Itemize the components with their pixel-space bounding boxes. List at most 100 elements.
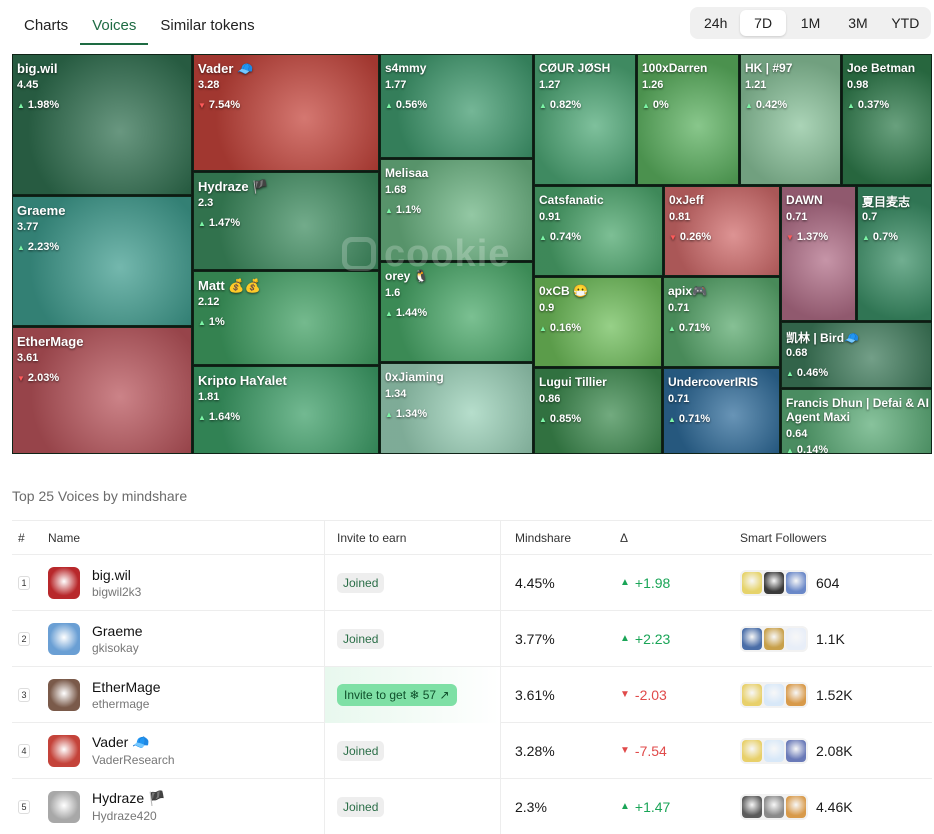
tile-change-value: 0.14% [796, 444, 829, 454]
range-1m-button[interactable]: 1M [788, 10, 833, 36]
treemap-tile-s4mmy[interactable]: s4mmy 1.77 ▲ 0.56% [380, 54, 533, 158]
tile-name: s4mmy [385, 61, 427, 75]
follower-avatars[interactable] [740, 569, 808, 596]
name-block: Graeme gkisokay [92, 623, 143, 655]
arrow-up-icon: ▲ [668, 415, 676, 424]
triangle-up-icon: ▲ [620, 577, 630, 588]
voice-handle: VaderResearch [92, 753, 175, 767]
table-row[interactable]: 1 big.wil bigwil2k3 Joined 4.45% ▲ +1.98 604 [12, 554, 932, 611]
invite-to-earn-button[interactable]: Invite to get ❄ 57 ↗ [337, 683, 457, 706]
name-block: big.wil bigwil2k3 [92, 567, 141, 599]
voice-name: EtherMage [92, 678, 161, 695]
row-rank: 1 [18, 575, 30, 590]
treemap-tile-orey[interactable]: orey 🐧 1.6 ▲ 1.44% [380, 262, 533, 362]
treemap-tile-vader[interactable]: Vader 🧢 3.28 ▼ 7.54% [193, 54, 379, 171]
row-name-cell[interactable]: Graeme gkisokay [48, 622, 324, 655]
treemap-tile-lugui-tillier[interactable]: Lugui Tillier 0.86 ▲ 0.85% [534, 368, 662, 454]
arrow-up-icon: ▲ [385, 206, 393, 215]
tile-mindshare: 2.3 [198, 197, 214, 209]
follower-avatar [786, 795, 806, 818]
treemap-tile-c-ur-j-sh[interactable]: CØUR JØSH 1.27 ▲ 0.82% [534, 54, 636, 185]
tile-mindshare: 3.77 [17, 221, 39, 233]
tab-voices[interactable]: Voices [80, 8, 149, 45]
tile-change: ▲ 1.47% [198, 217, 240, 229]
treemap-tile-dawn[interactable]: DAWN 0.71 ▼ 1.37% [781, 186, 856, 321]
treemap-tile-bird[interactable]: 凯林 | Bird🧢 0.68 ▲ 0.46% [781, 322, 932, 388]
arrow-up-icon: ▲ [539, 233, 547, 242]
treemap-tile-voice[interactable]: 夏目麦志 0.7 ▲ 0.7% [857, 186, 932, 321]
treemap-tile-joe-betman[interactable]: Joe Betman 0.98 ▲ 0.37% [842, 54, 932, 185]
tile-mindshare: 1.81 [198, 391, 220, 403]
triangle-up-icon: ▲ [620, 633, 630, 644]
row-name-cell[interactable]: Vader 🧢 VaderResearch [48, 734, 324, 767]
follower-avatars[interactable] [740, 737, 808, 764]
table-row[interactable]: 3 EtherMage ethermage Invite to get ❄ 57 ↗ 3… [12, 666, 932, 723]
tile-change: ▲ 0% [642, 99, 669, 111]
range-3m-button[interactable]: 3M [835, 10, 880, 36]
treemap-tile-apix[interactable]: apix🎮 0.71 ▲ 0.71% [663, 277, 780, 367]
table-row[interactable]: 4 Vader 🧢 VaderResearch Joined 3.28% ▼ -7.54 2.… [12, 722, 932, 779]
follower-avatars[interactable] [740, 625, 808, 652]
treemap-tile-graeme[interactable]: Graeme 3.77 ▲ 2.23% [12, 196, 192, 326]
tile-change-value: 0.16% [549, 322, 582, 334]
treemap-tile-ethermage[interactable]: EtherMage 3.61 ▼ 2.03% [12, 327, 192, 454]
arrow-down-icon: ▼ [17, 374, 25, 383]
row-smart-followers: 2.08K [740, 737, 930, 764]
row-rank-cell: 2 [12, 631, 48, 646]
row-rank: 2 [18, 631, 30, 646]
treemap-tile-melisaa[interactable]: Melisaa 1.68 ▲ 1.1% [380, 159, 533, 261]
row-name-cell[interactable]: big.wil bigwil2k3 [48, 566, 324, 599]
arrow-up-icon: ▲ [862, 233, 870, 242]
header-name[interactable]: Name [48, 531, 324, 545]
tile-change-value: 1.98% [27, 99, 60, 111]
joined-badge: Joined [337, 796, 385, 817]
row-mindshare: 2.3% [500, 778, 620, 834]
treemap-tile-catsfanatic[interactable]: Catsfanatic 0.91 ▲ 0.74% [534, 186, 663, 276]
follower-avatar [742, 683, 762, 706]
range-24h-button[interactable]: 24h [693, 10, 738, 36]
smart-followers-count: 1.52K [816, 686, 853, 703]
arrow-down-icon: ▼ [198, 101, 206, 110]
tab-charts[interactable]: Charts [12, 8, 80, 44]
name-block: EtherMage ethermage [92, 679, 160, 711]
treemap-tile-100xdarren[interactable]: 100xDarren 1.26 ▲ 0% [637, 54, 739, 185]
tile-mindshare: 3.28 [198, 79, 220, 91]
table-row[interactable]: 2 Graeme gkisokay Joined 3.77% ▲ +2.23 1.1K [12, 610, 932, 667]
joined-badge: Joined [337, 572, 385, 593]
treemap-tile-undercoveriris[interactable]: UndercoverIRIS 0.71 ▲ 0.71% [663, 368, 780, 454]
treemap-tile-hydraze[interactable]: Hydraze 🏴 2.3 ▲ 1.47% [193, 172, 379, 270]
tile-mindshare: 4.45 [17, 79, 39, 91]
treemap-tile-0xjiaming[interactable]: 0xJiaming 1.34 ▲ 1.34% [380, 363, 533, 454]
tile-change: ▼ 0.26% [669, 231, 711, 243]
treemap-tile-0xcb[interactable]: 0xCB 😷 0.9 ▲ 0.16% [534, 277, 662, 367]
tile-name: 夏目麦志 [862, 195, 911, 209]
header-delta[interactable]: Δ [620, 531, 740, 545]
treemap-tile-0xjeff[interactable]: 0xJeff 0.81 ▼ 0.26% [664, 186, 780, 276]
avatar [48, 790, 80, 823]
tile-mindshare: 1.77 [385, 79, 407, 91]
treemap-tile-kripto-hayalet[interactable]: Kripto HaYalet 1.81 ▲ 1.64% [193, 366, 379, 454]
treemap-tile-hk-97[interactable]: HK | #97 1.21 ▲ 0.42% [740, 54, 841, 185]
treemap-tile-big-wil[interactable]: big.wil 4.45 ▲ 1.98% [12, 54, 192, 195]
treemap-tile-francis-dhun-defai-ai-agent-maxi[interactable]: Francis Dhun | Defai & AI Agent Maxi 0.64… [781, 389, 932, 454]
row-name-cell[interactable]: Hydraze 🏴 Hydraze420 [48, 790, 324, 823]
header-smart-followers[interactable]: Smart Followers [740, 531, 930, 545]
tile-change: ▲ 1% [198, 316, 225, 328]
follower-avatars[interactable] [740, 793, 808, 820]
top-tabs: Charts Voices Similar tokens [12, 8, 267, 45]
table-row[interactable]: 5 Hydraze 🏴 Hydraze420 Joined 2.3% ▲ +1.47 4.46… [12, 778, 932, 834]
range-ytd-button[interactable]: YTD [883, 10, 928, 36]
follower-avatar [764, 795, 784, 818]
tile-name: Lugui Tillier [539, 375, 607, 389]
row-invite-cell: Joined [324, 610, 500, 667]
range-7d-button[interactable]: 7D [740, 10, 786, 36]
row-rank-cell: 1 [12, 575, 48, 590]
follower-avatars[interactable] [740, 681, 808, 708]
tile-change-value: 0.7% [872, 231, 898, 243]
tab-similar-tokens[interactable]: Similar tokens [148, 8, 266, 44]
row-name-cell[interactable]: EtherMage ethermage [48, 678, 324, 711]
follower-avatar [742, 739, 762, 762]
treemap-tile-matt[interactable]: Matt 💰💰 2.12 ▲ 1% [193, 271, 379, 365]
tile-change: ▼ 1.37% [786, 231, 828, 243]
header-mindshare[interactable]: Mindshare [500, 520, 620, 555]
